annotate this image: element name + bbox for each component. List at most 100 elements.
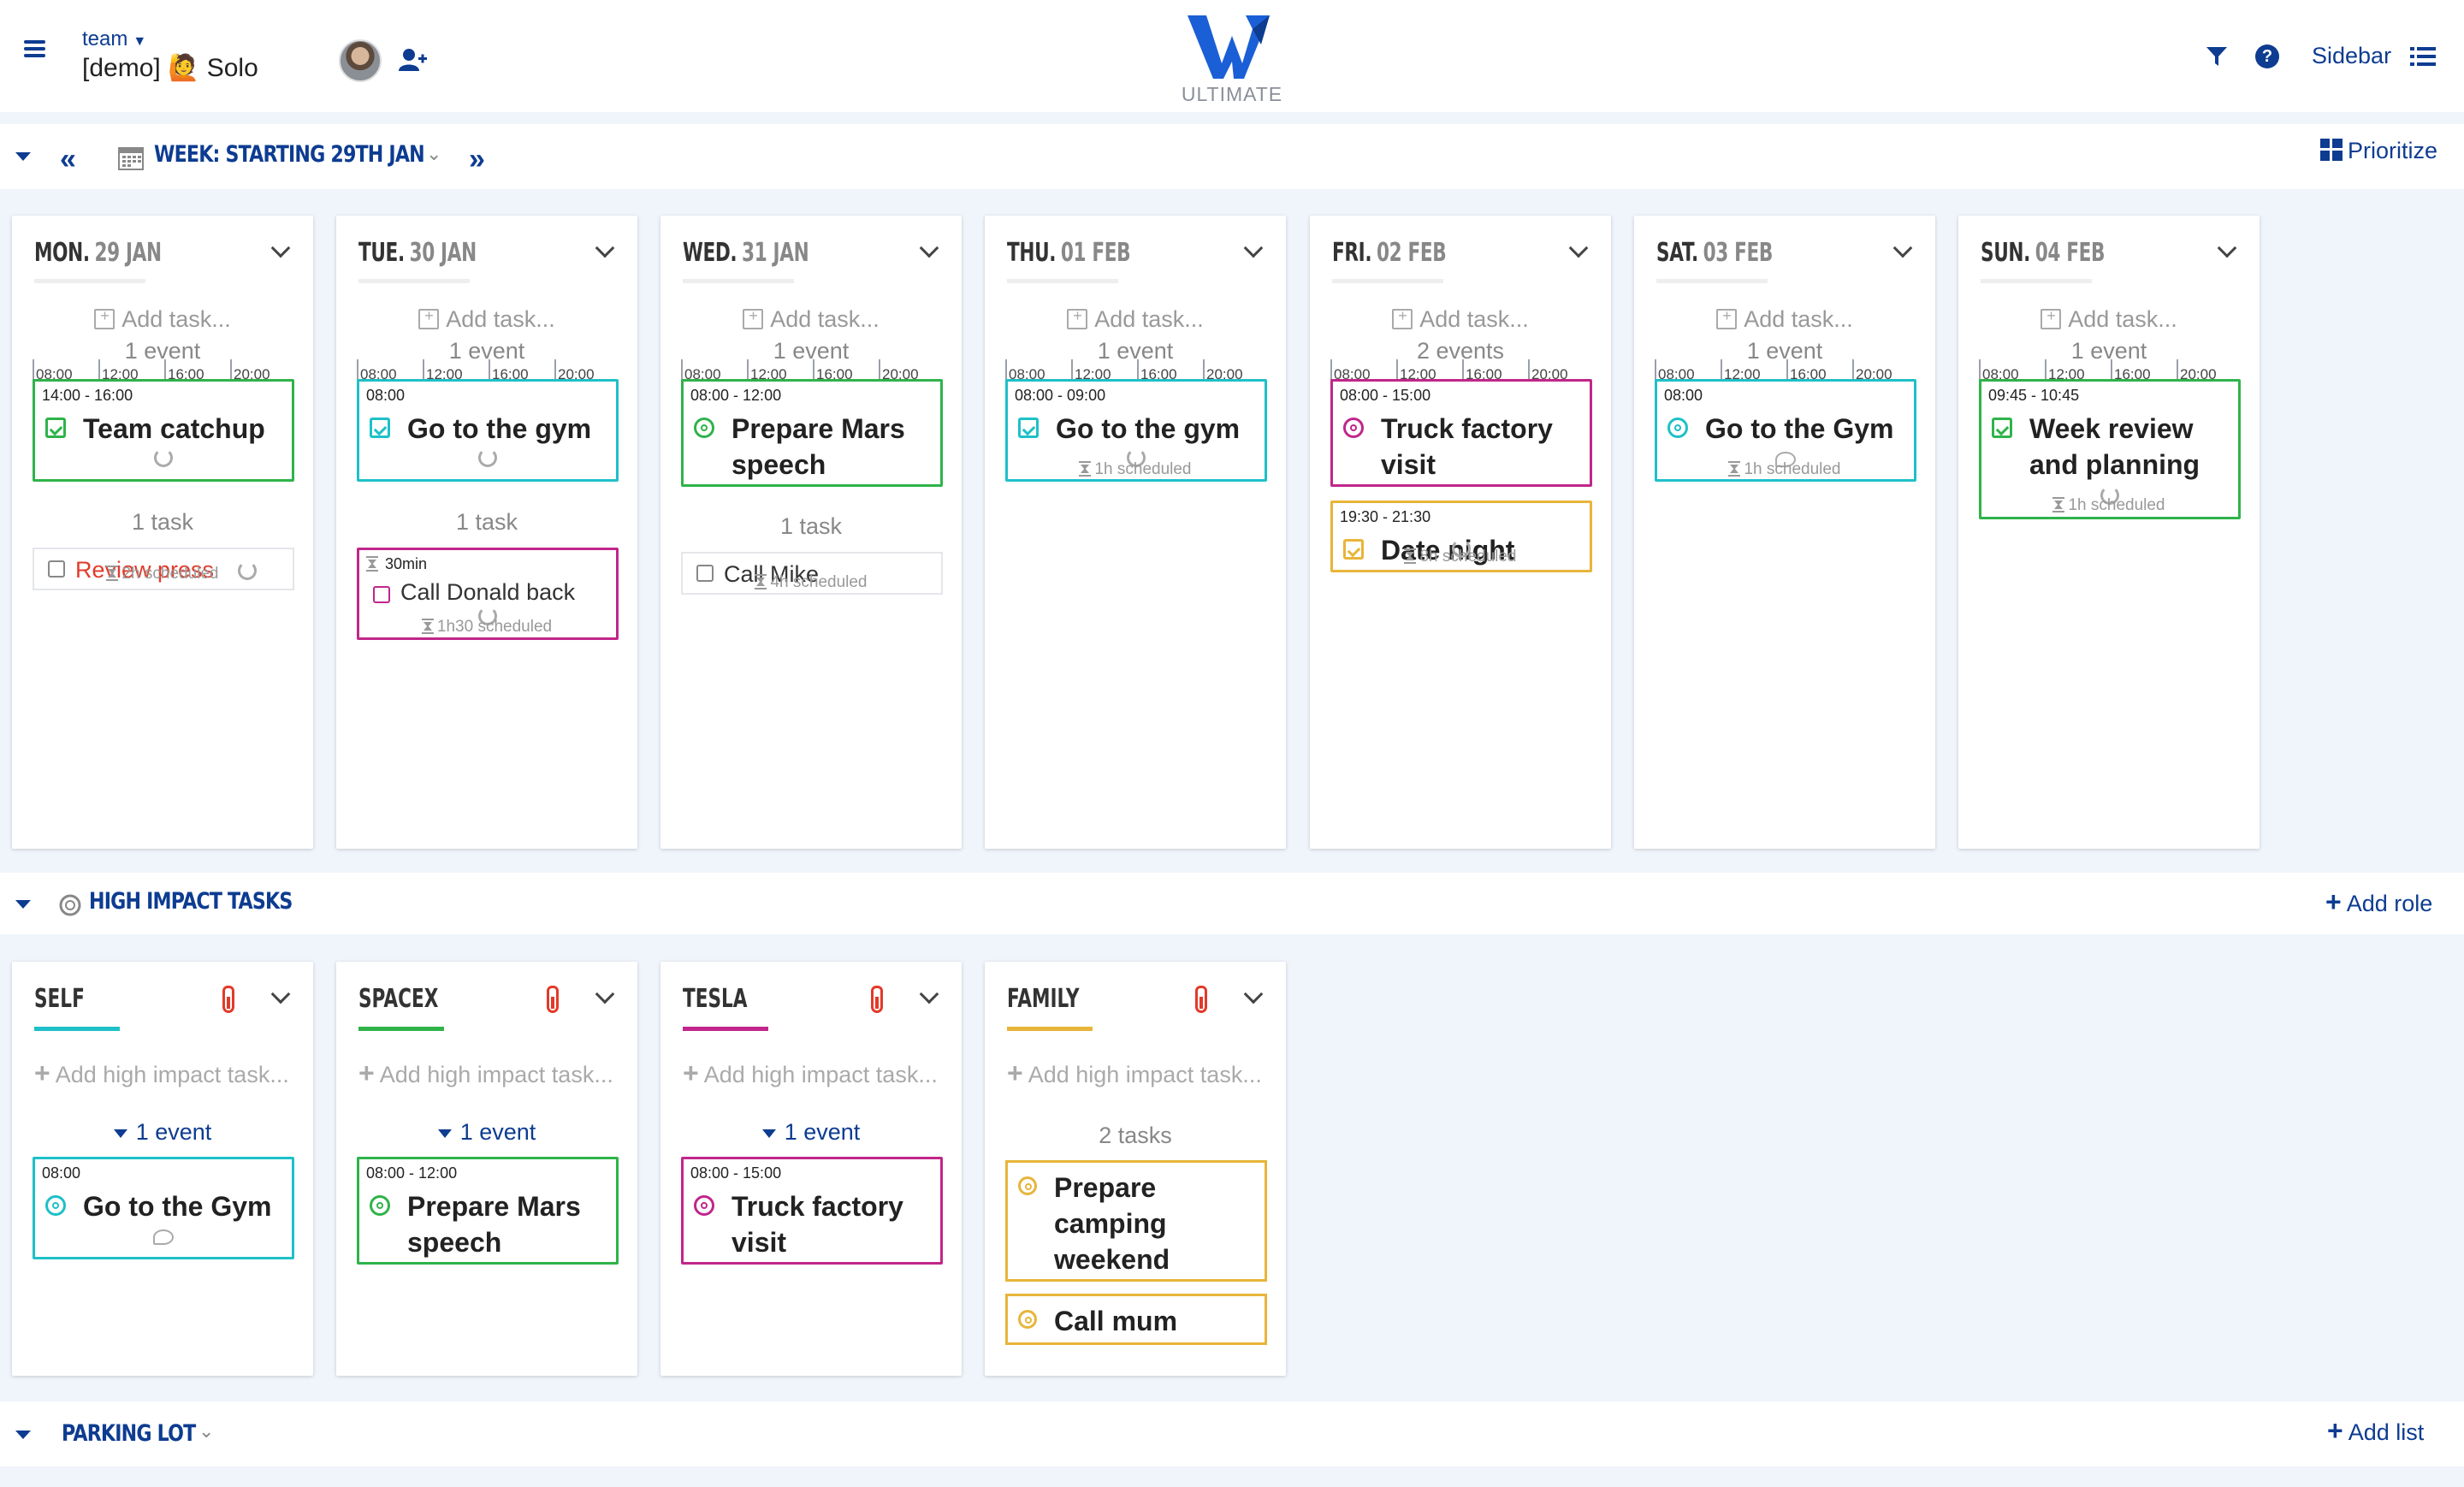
parking-lot-title[interactable]: PARKING LOT (62, 1420, 196, 1447)
day-title: TUE. 30 JAN (358, 238, 477, 268)
add-high-impact-task-button[interactable]: + Add high impact task... (34, 1057, 313, 1089)
events-toggle[interactable]: 1 event (660, 1119, 962, 1146)
role-card: FAMILY + Add high impact task... 2 tasks Pre… (985, 962, 1286, 1376)
add-high-impact-task-button[interactable]: + Add high impact task... (358, 1057, 637, 1089)
chevron-down-icon[interactable] (270, 238, 291, 258)
thermometer-icon[interactable] (547, 986, 559, 1013)
hourglass-icon (1728, 461, 1741, 477)
events-count: 1 event (773, 338, 850, 364)
day-card: THU.01 FEBAdd task...08:0012:0016:0020:0… (985, 216, 1286, 849)
add-task-button[interactable]: Add task... (1958, 306, 2260, 333)
add-task-button[interactable]: Add task... (12, 306, 313, 333)
chevron-down-icon[interactable] (2217, 238, 2237, 258)
calendar-plus-icon (1716, 307, 1738, 329)
help-icon[interactable]: ? (2255, 44, 2279, 68)
collapse-week-icon[interactable] (15, 152, 31, 161)
event-card[interactable]: 08:00 - 15:00 Truck factory visit (1330, 379, 1592, 487)
thermometer-icon[interactable] (222, 986, 234, 1013)
event-card[interactable]: 08:00 - 15:00 Truck factory visit (681, 1157, 943, 1265)
add-role-button[interactable]: + Add role (2325, 886, 2432, 918)
add-task-button[interactable]: Add task... (336, 306, 637, 333)
hourglass-icon (2052, 497, 2065, 512)
target-icon (1667, 418, 1688, 438)
role-underline (358, 1027, 444, 1031)
high-impact-task[interactable]: Prepare camping weekend (1005, 1160, 1267, 1282)
event-card[interactable]: 14:00 - 16:00 Team catchup (33, 379, 294, 482)
add-high-impact-task-button[interactable]: + Add high impact task... (683, 1057, 962, 1089)
task-duration: 30min (366, 555, 427, 573)
add-task-button[interactable]: Add task... (1310, 306, 1611, 333)
event-time: 09:45 - 10:45 (1988, 387, 2080, 404)
chevron-down-icon[interactable] (595, 238, 615, 258)
high-impact-bar: HIGH IMPACT TASKS + Add role (0, 873, 2464, 934)
chevron-down-icon[interactable] (919, 984, 939, 1004)
week-dropdown-icon[interactable]: ⌄ (426, 143, 441, 165)
next-week-icon[interactable]: » (469, 143, 485, 176)
chevron-down-icon[interactable] (919, 238, 939, 258)
role-underline (34, 1027, 120, 1031)
target-icon (694, 418, 714, 438)
event-title: Prepare Mars speech (407, 1191, 581, 1258)
event-title: Go to the Gym (83, 1191, 272, 1222)
thermometer-icon[interactable] (871, 986, 883, 1013)
task-checkbox[interactable] (373, 586, 390, 603)
target-icon (370, 1195, 390, 1216)
chevron-down-icon[interactable] (1243, 238, 1264, 258)
add-high-impact-task-button[interactable]: + Add high impact task... (1007, 1057, 1286, 1089)
calendar-icon[interactable] (118, 145, 144, 170)
role-title: FAMILY (1007, 984, 1080, 1014)
chevron-down-icon[interactable] (1568, 238, 1589, 258)
avatar[interactable] (339, 39, 382, 82)
scheduled-summary: 1h30 scheduled (336, 618, 637, 637)
day-title: THU. 01 FEB (1007, 238, 1131, 268)
events-toggle[interactable]: 1 event (12, 1119, 313, 1146)
prioritize-button[interactable]: Prioritize (2320, 138, 2437, 164)
add-task-button[interactable]: Add task... (1634, 306, 1935, 333)
repeat-icon (478, 448, 497, 467)
add-user-icon[interactable] (399, 47, 428, 73)
thermometer-icon[interactable] (1195, 986, 1207, 1013)
tasks-count: 1 task (779, 513, 843, 539)
week-title[interactable]: WEEK: STARTING 29TH JAN (154, 141, 425, 168)
event-title: Truck factory visit (1381, 413, 1553, 480)
task-title: Prepare camping weekend (1054, 1172, 1170, 1275)
tasks-count: 1 task (455, 509, 518, 535)
event-card[interactable]: 08:00 Go to the gym (357, 379, 619, 482)
high-impact-task[interactable]: Call mum (1005, 1294, 1267, 1345)
chevron-down-icon[interactable] (1892, 238, 1913, 258)
events-toggle[interactable]: 1 event (336, 1119, 637, 1146)
previous-week-icon[interactable]: « (60, 143, 76, 176)
event-title: Truck factory visit (732, 1191, 903, 1258)
chevron-down-icon[interactable] (595, 984, 615, 1004)
add-task-button[interactable]: Add task... (660, 306, 962, 333)
add-list-button[interactable]: + Add list (2327, 1415, 2424, 1447)
team-switcher[interactable]: team ▼ (82, 27, 146, 51)
event-card[interactable]: 08:00 Go to the Gym (33, 1157, 294, 1259)
role-title: SPACEX (358, 984, 439, 1014)
sidebar-toggle[interactable]: Sidebar (2312, 43, 2436, 69)
day-card: FRI.02 FEBAdd task...08:0012:0016:0020:0… (1310, 216, 1611, 849)
add-task-button[interactable]: Add task... (985, 306, 1286, 333)
event-card[interactable]: 08:00 - 12:00 Prepare Mars speech (357, 1157, 619, 1265)
collapse-parking-lot-icon[interactable] (15, 1431, 31, 1439)
role-card: SPACEX + Add high impact task... 1 event 08:… (336, 962, 637, 1376)
events-count: 1 event (1746, 338, 1823, 364)
role-card: TESLA + Add high impact task... 1 event 08:0… (660, 962, 962, 1376)
event-title: Go to the Gym (1705, 413, 1894, 444)
top-header: team ▼ [demo] 🙋 Solo ULTIMATE ? Sidebar (0, 0, 2464, 112)
menu-icon[interactable] (24, 40, 45, 57)
event-time: 08:00 (42, 1164, 81, 1182)
task-title: Call mum (1054, 1306, 1178, 1336)
event-title: Prepare Mars speech (732, 413, 905, 480)
filter-icon[interactable] (2206, 45, 2228, 68)
collapse-high-impact-icon[interactable] (15, 900, 31, 909)
event-card[interactable]: 08:00 - 12:00 Prepare Mars speech (681, 379, 943, 487)
event-time: 08:00 - 15:00 (1340, 387, 1431, 404)
chevron-down-icon[interactable] (1243, 984, 1264, 1004)
event-time: 08:00 - 09:00 (1015, 387, 1106, 404)
caret-down-icon (437, 1129, 452, 1138)
parking-lot-dropdown-icon[interactable]: ⌄ (198, 1420, 214, 1443)
event-time: 08:00 - 15:00 (690, 1164, 782, 1182)
high-impact-title: HIGH IMPACT TASKS (89, 888, 293, 915)
chevron-down-icon[interactable] (270, 984, 291, 1004)
